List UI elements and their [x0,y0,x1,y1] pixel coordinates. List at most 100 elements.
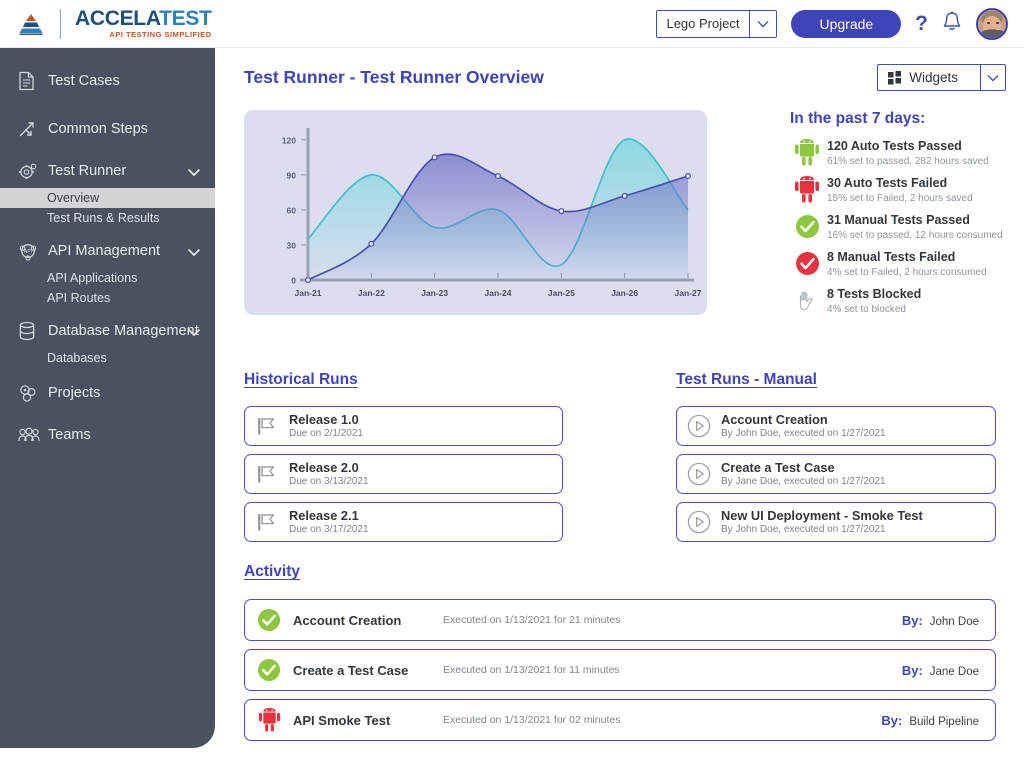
brand-tagline: API TESTING SIMPLIFIED [75,31,212,39]
sidebar-item-test-cases[interactable]: Test Cases [0,64,215,98]
sidebar-item-databases[interactable]: Databases [0,348,215,368]
page-title: Test Runner - Test Runner Overview [244,67,544,88]
sidebar-item-test-runs-results[interactable]: Test Runs & Results [0,208,215,228]
sidebar-item-label: Database Management [48,323,199,339]
test-runs-manual-title[interactable]: Test Runs - Manual [676,371,817,389]
stat-row-manual-passed: 31 Manual Tests Passed 16% set to passed… [790,211,1024,242]
sidebar-item-projects[interactable]: Projects [0,376,215,410]
page-header: Test Runner - Test Runner Overview Widge… [215,48,1024,91]
stat-main-text: 8 Tests Blocked [827,287,921,301]
widgets-selector-value: Widgets [909,70,980,85]
sidebar-item-overview[interactable]: Overview [0,188,215,208]
activity-name: API Smoke Test [293,713,443,728]
activity-meta: Executed on 1/13/2021 for 11 minutes [443,664,620,676]
historical-runs-title[interactable]: Historical Runs [244,371,358,389]
sidebar-item-test-runner[interactable]: Test Runner [0,154,215,188]
logo-divider [60,9,61,39]
sidebar-item-api-routes[interactable]: API Routes [0,288,215,308]
projects-icon [18,383,44,403]
gear-icon [18,162,44,181]
activity-by-value: Build Pipeline [909,716,979,728]
svg-text:0: 0 [291,276,296,286]
sidebar-item-label: Projects [48,385,100,401]
svg-text:60: 60 [287,205,297,215]
chevron-down-icon[interactable] [750,20,776,28]
svg-text:Jan-22: Jan-22 [358,288,385,298]
list-item-subtitle: By Jane Doe, executed on 1/27/2021 [721,476,886,488]
activity-name: Account Creation [293,613,443,628]
stat-main-text: 31 Manual Tests Passed [827,213,970,227]
table-row[interactable]: Account Creation Executed on 1/13/2021 f… [244,599,996,641]
table-row[interactable]: Create a Test Case Executed on 1/13/2021… [244,649,996,691]
stat-sub-text: 4% set to blocked [827,303,921,316]
stat-row-auto-failed: 30 Auto Tests Failed 15% set to Failed, … [790,174,1024,205]
activity-by-label: By: [902,663,923,678]
activity-by-label: By: [881,713,902,728]
table-row[interactable]: API Smoke Test Executed on 1/13/2021 for… [244,699,996,741]
sidebar-item-api-management[interactable]: API API Management [0,234,215,268]
stat-sub-text: 15% set to Failed, 2 hours saved [827,192,973,205]
project-selector[interactable]: Lego Project [656,10,777,38]
svg-text:Jan-27: Jan-27 [675,288,702,298]
chevron-down-icon[interactable] [187,245,201,261]
stat-sub-text: 16% set to passed, 12 hours consumed [827,229,1003,242]
sidebar-item-teams[interactable]: Teams [0,418,215,452]
bell-icon[interactable] [942,10,962,38]
user-avatar[interactable] [976,8,1008,40]
past-7-days-panel: In the past 7 days: 120 Auto Tests Passe… [790,110,1024,322]
stat-row-manual-failed: 8 Manual Tests Failed 4% set to Failed, … [790,248,1024,279]
list-item[interactable]: Release 1.0 Due on 2/1/2021 [244,406,563,446]
widgets-selector[interactable]: Widgets [877,64,1006,91]
list-item[interactable]: Release 2.1 Due on 3/17/2021 [244,502,563,542]
list-item-subtitle: Due on 3/17/2021 [289,524,369,536]
stat-row-auto-passed: 120 Auto Tests Passed 61% set to passed,… [790,137,1024,168]
android-red-icon [790,176,824,203]
list-item-title: New UI Deployment - Smoke Test [721,508,923,523]
grid-widgets-icon [878,71,909,85]
question-mark-icon[interactable]: ? [915,12,928,36]
top-bar: ACCELATEST API TESTING SIMPLIFIED Lego P… [0,0,1024,48]
svg-text:Jan-25: Jan-25 [548,288,575,298]
sidebar-item-common-steps[interactable]: Common Steps [0,112,215,146]
database-icon [18,321,44,341]
activity-meta: Executed on 1/13/2021 for 02 minutes [443,714,620,726]
svg-text:Jan-24: Jan-24 [485,288,512,298]
sidebar-item-label: Common Steps [48,121,148,137]
stats-title: In the past 7 days: [790,110,1024,128]
app-root: ACCELATEST API TESTING SIMPLIFIED Lego P… [0,0,1024,760]
svg-text:90: 90 [287,170,297,180]
list-item-subtitle: By John Doe, executed on 1/27/2021 [721,428,886,440]
chevron-down-icon[interactable] [187,325,201,341]
android-green-icon [790,139,824,166]
teams-icon [18,427,44,443]
list-item[interactable]: Create a Test Case By Jane Doe, executed… [676,454,996,494]
flag-icon [245,512,289,532]
list-item[interactable]: New UI Deployment - Smoke Test By John D… [676,502,996,542]
activity-title[interactable]: Activity [244,563,300,581]
chevron-down-icon[interactable] [981,74,1005,82]
check-circle-green-icon [790,214,824,239]
top-bar-actions: Lego Project Upgrade ? [656,8,1024,40]
svg-text:30: 30 [287,240,297,250]
list-item-subtitle: Due on 2/1/2021 [289,428,363,440]
list-item[interactable]: Account Creation By John Doe, executed o… [676,406,996,446]
upgrade-button[interactable]: Upgrade [791,10,901,38]
activity-by-label: By: [902,613,923,628]
sidebar-item-database-management[interactable]: Database Management [0,314,215,348]
svg-text:120: 120 [282,135,296,145]
brand-name-part1: ACCELA [75,7,159,30]
check-circle-red-icon [790,251,824,276]
sidebar-item-api-applications[interactable]: API Applications [0,268,215,288]
chevron-down-icon[interactable] [187,165,201,181]
svg-text:API: API [24,249,33,255]
list-item-subtitle: By John Doe, executed on 1/27/2021 [721,524,923,536]
test-runs-manual-list: Account Creation By John Doe, executed o… [676,406,996,550]
stat-main-text: 30 Auto Tests Failed [827,176,947,190]
list-item[interactable]: Release 2.0 Due on 3/13/2021 [244,454,563,494]
main-content: Test Runner - Test Runner Overview Widge… [215,48,1024,760]
sidebar-item-label: Test Runner [48,163,126,179]
brand-logo[interactable]: ACCELATEST API TESTING SIMPLIFIED [0,8,212,39]
brand-name-part2: TEST [159,7,211,30]
stat-row-blocked: 8 Tests Blocked 4% set to blocked [790,285,1024,316]
arrows-icon [18,120,44,138]
